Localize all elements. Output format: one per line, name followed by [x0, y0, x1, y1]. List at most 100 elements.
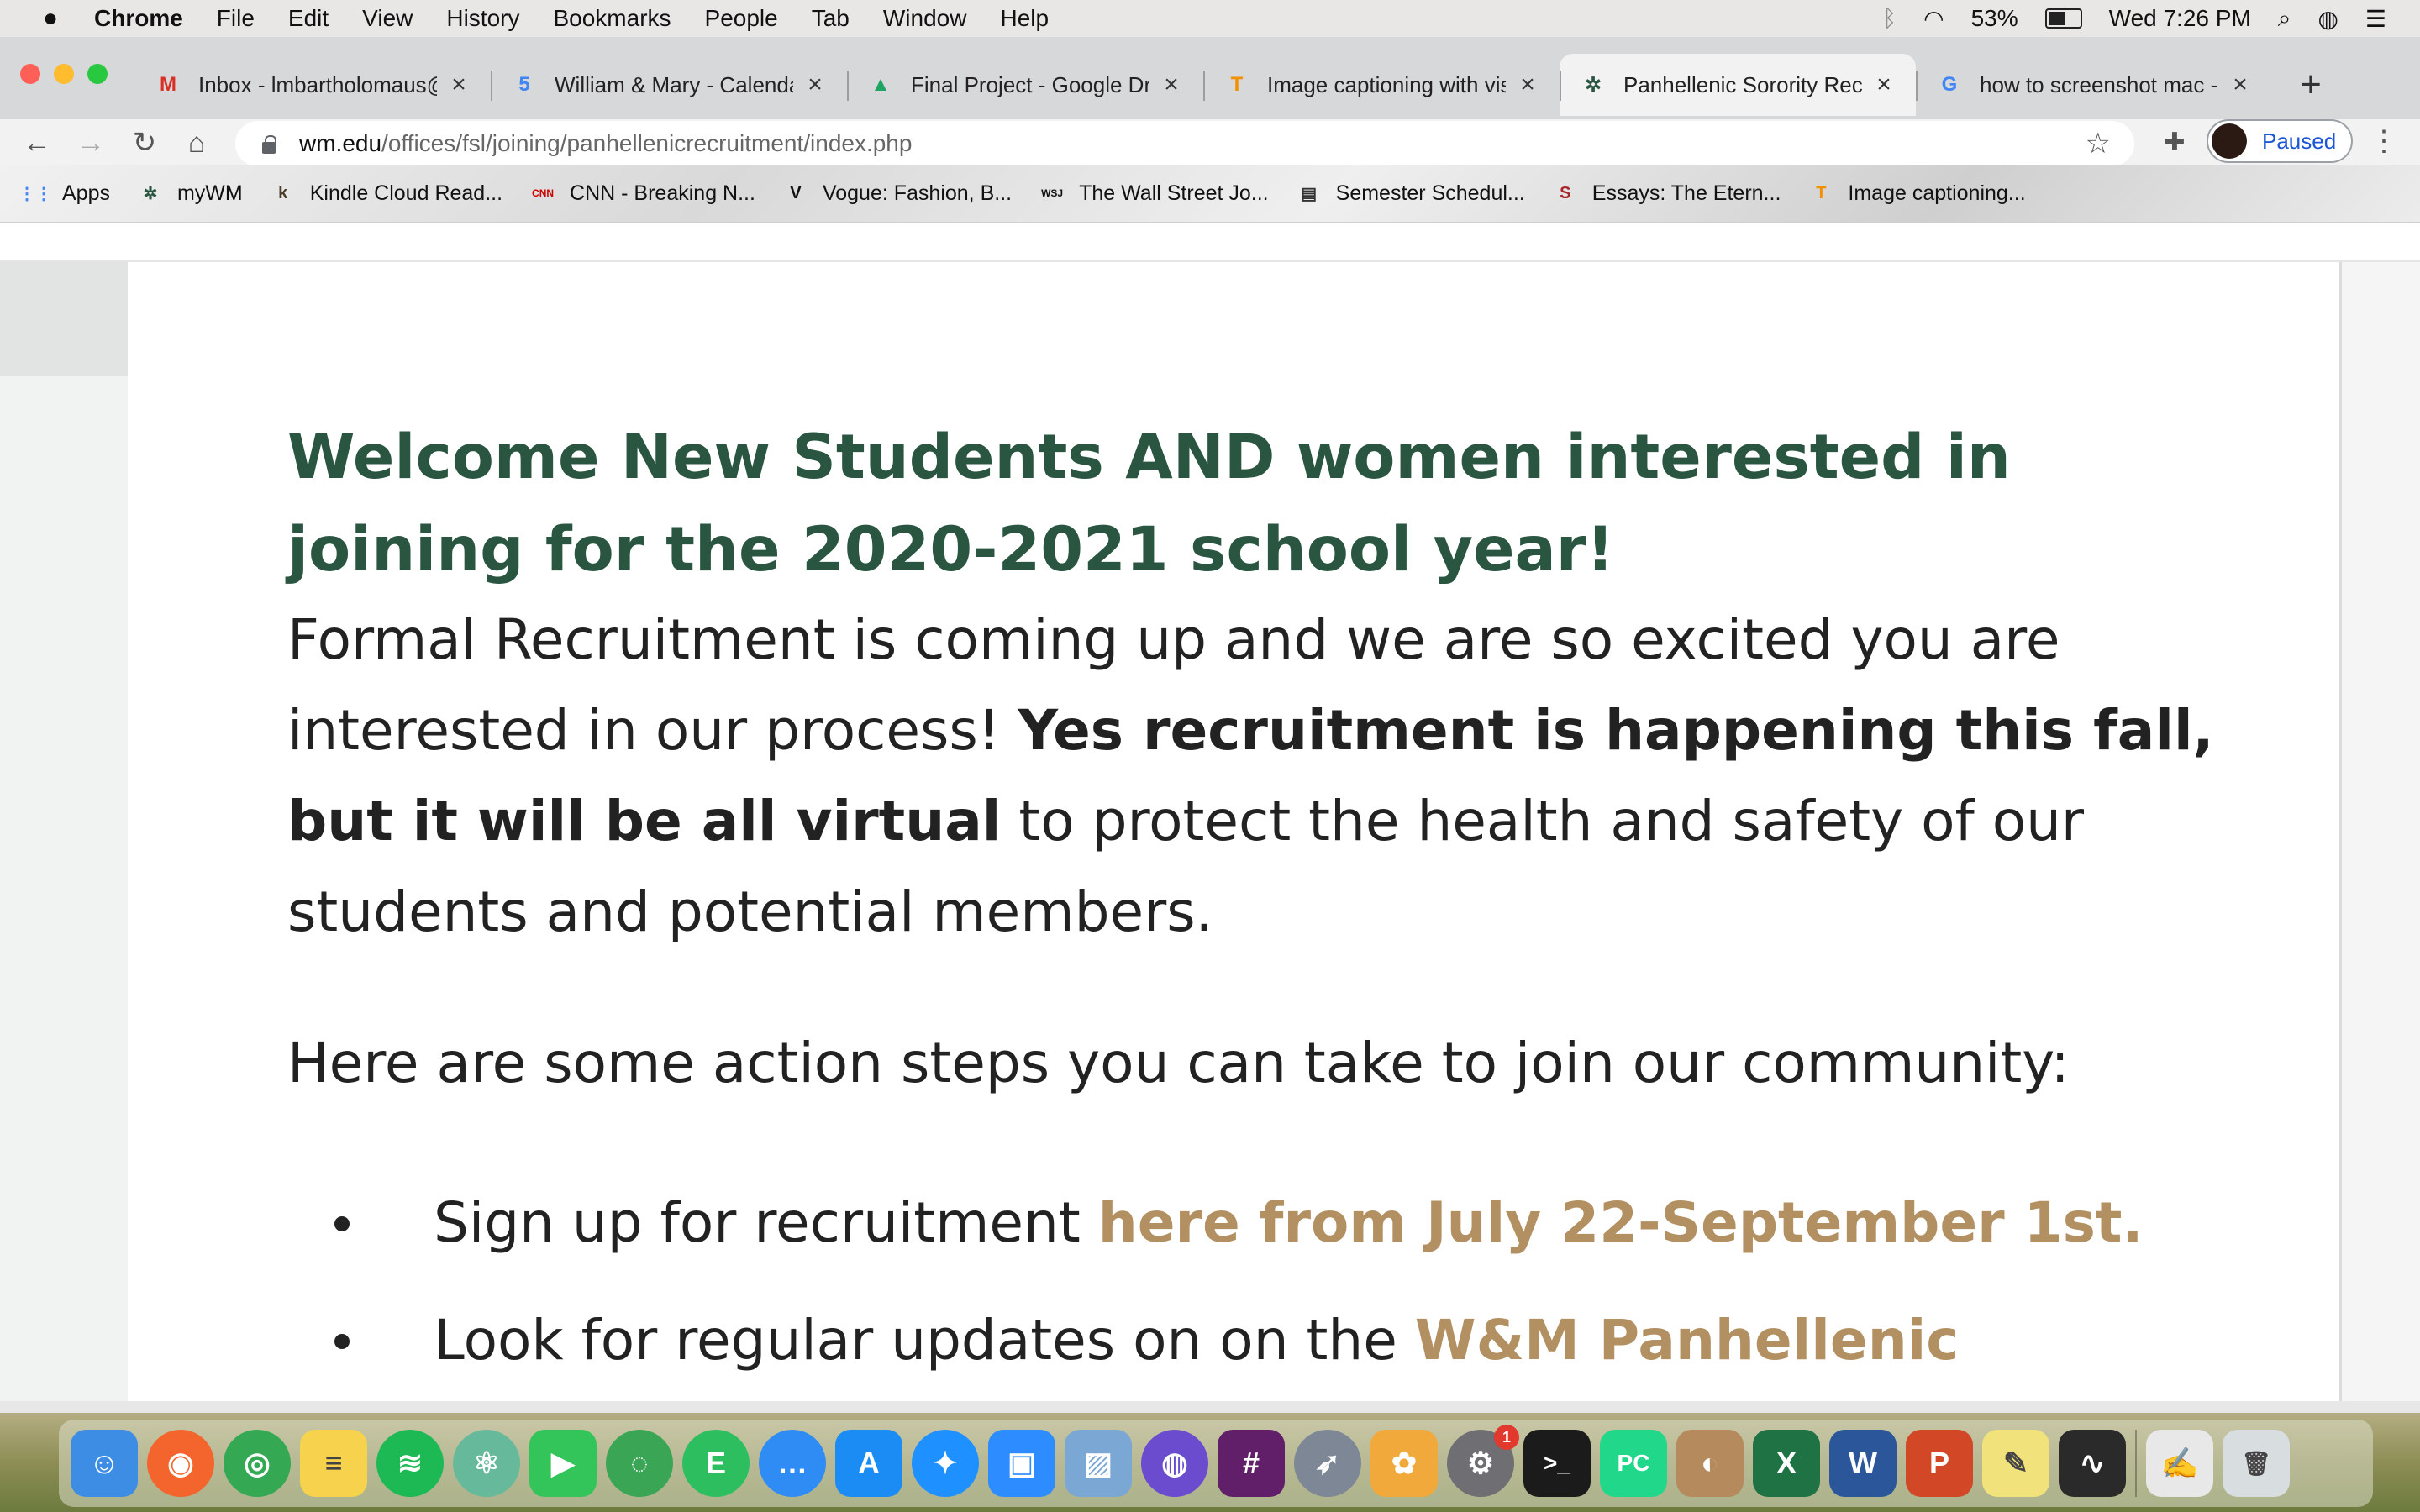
tab-5[interactable]: ✲ Panhellenic Sorority Recru ×	[1560, 54, 1916, 116]
sidebar-tab[interactable]	[0, 262, 128, 376]
textedit-icon[interactable]: ✍	[2146, 1430, 2213, 1497]
notification-badge: 1	[1494, 1425, 1519, 1450]
word-icon[interactable]: W	[1829, 1430, 1897, 1497]
zoom-icon[interactable]: ▣	[988, 1430, 1055, 1497]
new-tab-button[interactable]: +	[2286, 60, 2336, 111]
bookmark-4[interactable]: CNN CNN - Breaking N...	[529, 180, 755, 207]
bookmark-3[interactable]: k Kindle Cloud Read...	[270, 180, 502, 207]
activity-monitor-icon[interactable]: ∿	[2059, 1430, 2126, 1497]
spotlight-search-icon[interactable]: ⌕	[2278, 5, 2291, 33]
menu-app-name[interactable]: Chrome	[94, 5, 183, 32]
spotify-icon[interactable]: ≋	[376, 1430, 444, 1497]
wsj-icon: WSJ	[1041, 187, 1064, 199]
apple-menu-icon[interactable]: ●	[32, 4, 69, 33]
launchpad-icon[interactable]: ➶	[1294, 1430, 1361, 1497]
apps-grid-icon: ⋮⋮	[18, 184, 52, 203]
bookmark-8[interactable]: S Essays: The Etern...	[1552, 180, 1781, 207]
close-tab-icon[interactable]: ×	[803, 71, 827, 99]
firefox-icon[interactable]: ◉	[147, 1430, 214, 1497]
close-tab-icon[interactable]: ×	[2228, 71, 2252, 99]
minimize-window-button[interactable]	[54, 64, 74, 84]
battery-percent[interactable]: 53%	[1971, 5, 2018, 32]
terminal-icon[interactable]: >_	[1523, 1430, 1591, 1497]
close-window-button[interactable]	[20, 64, 40, 84]
menu-bookmarks[interactable]: Bookmarks	[553, 5, 671, 32]
siri-icon[interactable]: ◍	[1141, 1430, 1208, 1497]
bookmark-1[interactable]: ⋮⋮ Apps	[18, 180, 110, 207]
atom-icon[interactable]: ⚛	[453, 1430, 520, 1497]
menu-view[interactable]: View	[362, 5, 413, 32]
bookmarks-bar: ⋮⋮ Apps ✲ myWM k Kindle Cloud Read... CNN CNN -…	[0, 165, 2420, 223]
wifi-icon[interactable]: ◠	[1923, 5, 1944, 33]
tab-1[interactable]: M Inbox - lmbartholomaus@ ×	[134, 54, 491, 116]
menu-help[interactable]: Help	[1000, 5, 1049, 32]
facetime-icon[interactable]: ▶	[529, 1430, 597, 1497]
tab-2[interactable]: 5 William & Mary - Calendar ×	[491, 54, 847, 116]
home-button[interactable]: ⌂	[178, 124, 215, 161]
pycharm-icon[interactable]: PC	[1600, 1430, 1667, 1497]
tab-3[interactable]: ▲ Final Project - Google Driv ×	[847, 54, 1203, 116]
finder-icon[interactable]: ☺	[71, 1430, 138, 1497]
forward-button[interactable]: →	[72, 124, 109, 161]
safari-icon[interactable]: ✦	[912, 1430, 979, 1497]
chrome-menu-icon[interactable]: ⋮	[2370, 123, 2398, 160]
bookmark-6[interactable]: WSJ The Wall Street Jo...	[1039, 180, 1269, 207]
gmail-icon: M	[160, 73, 176, 96]
notes-icon[interactable]: ≡	[300, 1430, 367, 1497]
menu-window[interactable]: Window	[883, 5, 967, 32]
list-item: Look for regular updates on on the W&M P…	[313, 1282, 2287, 1399]
close-tab-icon[interactable]: ×	[1516, 71, 1539, 99]
extensions-puzzle-icon[interactable]: ✚	[2158, 126, 2191, 160]
lock-icon[interactable]	[259, 134, 279, 154]
excel-icon[interactable]: X	[1753, 1430, 1820, 1497]
close-tab-icon[interactable]: ×	[447, 71, 471, 99]
battery-icon[interactable]	[2044, 8, 2082, 29]
chrome-tab-strip: M Inbox - lmbartholomaus@ × 5 William & Mary…	[0, 37, 2420, 120]
bookmark-label: Kindle Cloud Read...	[309, 181, 503, 205]
menu-history[interactable]: History	[446, 5, 519, 32]
menu-tab[interactable]: Tab	[812, 5, 850, 32]
panhellenic-link[interactable]: W&M Panhellenic	[1415, 1308, 1960, 1373]
fullscreen-window-button[interactable]	[87, 64, 108, 84]
steps-intro-text: Here are some action steps you can take …	[287, 1031, 2070, 1095]
app-store-icon[interactable]: A	[835, 1430, 902, 1497]
messages-icon[interactable]: …	[759, 1430, 826, 1497]
bookmark-9[interactable]: T Image captioning...	[1807, 180, 2025, 207]
bookmark-star-icon[interactable]: ☆	[2086, 127, 2111, 160]
bookmark-label: Image captioning...	[1848, 181, 2026, 205]
bookmark-5[interactable]: V Vogue: Fashion, B...	[782, 180, 1012, 207]
close-tab-icon[interactable]: ×	[1160, 71, 1183, 99]
signup-link[interactable]: here from July 22-September 1st.	[1098, 1190, 2144, 1255]
siri-menubar-icon[interactable]: ◍	[2317, 5, 2338, 33]
trash-icon[interactable]: 🗑	[2223, 1430, 2290, 1497]
bluetooth-icon[interactable]: ᛒ	[1882, 5, 1897, 32]
address-bar[interactable]: wm.edu/offices/fsl/joining/panhellenicre…	[235, 121, 2134, 166]
chrome-icon[interactable]: ◎	[224, 1430, 291, 1497]
evernote-icon[interactable]: E	[682, 1430, 750, 1497]
wm-cypher-icon: ✲	[1584, 73, 1602, 97]
system-preferences-icon[interactable]: ⚙ 1	[1447, 1425, 1519, 1497]
preview-icon[interactable]: ▨	[1065, 1430, 1132, 1497]
powerpoint-icon[interactable]: P	[1906, 1430, 1973, 1497]
bookmark-label: Essays: The Etern...	[1591, 181, 1781, 205]
menu-people[interactable]: People	[705, 5, 778, 32]
bookmark-2[interactable]: ✲ myWM	[137, 180, 243, 207]
profile-button[interactable]: Paused	[2207, 119, 2353, 163]
stickies-icon[interactable]: ✎	[1982, 1430, 2049, 1497]
tab-6[interactable]: Ghow to screenshot mac - G ×	[1916, 54, 2272, 116]
photos-icon[interactable]: ✿	[1370, 1430, 1438, 1497]
menu-file[interactable]: File	[217, 5, 255, 32]
site-header-strip	[0, 225, 2420, 262]
notification-center-icon[interactable]: ☰	[2365, 5, 2386, 33]
menubar-clock[interactable]: Wed 7:26 PM	[2109, 5, 2251, 32]
slack-icon[interactable]: #	[1218, 1430, 1285, 1497]
back-button[interactable]: ←	[18, 124, 55, 161]
wm-cypher-icon: ✲	[143, 184, 158, 203]
reload-button[interactable]: ↻	[126, 124, 163, 161]
tab-4[interactable]: T Image captioning with visu ×	[1203, 54, 1560, 116]
menu-edit[interactable]: Edit	[288, 5, 329, 32]
contacts-icon[interactable]: ◐	[1676, 1430, 1744, 1497]
close-tab-icon[interactable]: ×	[1872, 71, 1896, 99]
circle-app-icon[interactable]: ◌	[606, 1430, 673, 1497]
bookmark-7[interactable]: ▤ Semester Schedul...	[1296, 180, 1525, 207]
